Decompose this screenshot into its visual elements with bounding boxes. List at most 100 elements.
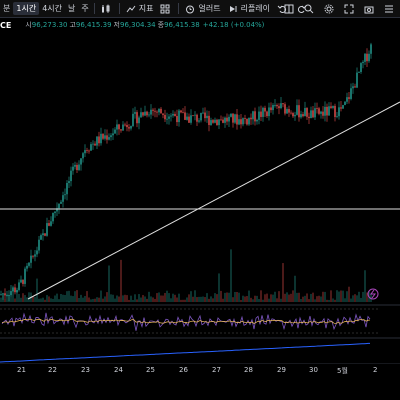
volume-bar [180,299,182,302]
candle-body [308,116,310,119]
volume-bar [166,290,168,302]
volume-bar [262,299,264,302]
volume-bar [308,299,310,302]
volume-bar [14,298,16,302]
volume-bar [236,291,238,302]
volume-bar [62,294,64,302]
volume-bar [252,299,254,302]
x-tick: 28 [244,366,253,374]
volume-bar [196,297,198,302]
volume-bar [370,293,372,302]
volume-bar [342,290,344,302]
candle-body [348,97,350,99]
candle-body [96,136,98,146]
volume-bar [188,294,190,302]
x-tick: 27 [212,366,221,374]
candle-body [108,137,110,140]
volume-bar [142,295,144,302]
volume-bar [146,298,148,302]
candle-body [194,114,196,116]
volume-bar [140,297,142,302]
candle-body [312,110,314,118]
candle-body [144,111,146,116]
candle-body [88,150,90,152]
volume-bar [72,296,74,302]
volume-bar [138,294,140,302]
volume-bar [82,297,84,302]
candle-body [224,117,226,123]
candle-body [202,112,204,114]
volume-bar [34,297,36,302]
candle-body [34,254,36,257]
candle-body [290,112,292,114]
candle-body [14,287,16,293]
volume-bar [210,296,212,302]
candle-body [268,107,270,117]
candle-body [174,113,176,116]
candle-body [158,108,160,113]
candle-body [94,143,96,146]
volume-bar [122,295,124,302]
candle-body [250,117,252,120]
volume-bar [102,298,104,302]
volume-bar [344,298,346,302]
candle-body [124,124,126,126]
candle-body [86,150,88,151]
candle-body [46,223,48,236]
candle-body [28,262,30,266]
volume-bar [314,299,316,302]
x-tick: 24 [114,366,123,374]
volume-bar [66,291,68,302]
volume-bar [212,298,214,302]
volume-bar [200,296,202,302]
volume-bar [24,295,26,302]
candle-body [262,107,264,117]
volume-bar [0,297,2,302]
volume-bar [36,278,38,302]
x-tick: 26 [179,366,188,374]
volume-bar [148,291,150,302]
volume-bar [8,290,10,302]
candle-body [298,105,300,118]
candle-body [126,124,128,128]
candle-body [92,143,94,145]
volume-bar [26,297,28,302]
candle-body [132,113,134,127]
candle-body [20,279,22,283]
volume-bar [176,297,178,302]
volume-bar [162,295,164,302]
trend-line [27,101,400,300]
candle-body [18,282,20,290]
candle-body [370,44,372,54]
volume-bar [178,293,180,302]
candle-body [76,164,78,171]
cumulative-line [0,342,371,363]
volume-bar [354,294,356,302]
candle-body [42,233,44,236]
volume-bar [300,298,302,302]
volume-bar [74,291,76,302]
volume-bar [128,299,130,302]
volume-bar [112,294,114,302]
candle-body [114,129,116,134]
volume-bar [12,290,14,302]
volume-layer [0,249,372,302]
volume-bar [130,295,132,302]
volume-bar [92,298,94,302]
candle-body [222,119,224,123]
volume-bar [214,293,216,302]
candle-body [58,203,60,209]
volume-bar [292,290,294,302]
volume-bar [224,292,226,302]
candle-body [60,201,62,204]
price-chart[interactable] [0,0,400,364]
volume-bar [78,297,80,302]
candle-body [324,106,326,116]
candle-body [178,110,180,123]
volume-bar [302,296,304,302]
candle-body [226,117,228,122]
volume-bar [334,299,336,302]
x-tick: 25 [146,366,155,374]
volume-bar [80,294,82,302]
candle-body [296,105,298,115]
